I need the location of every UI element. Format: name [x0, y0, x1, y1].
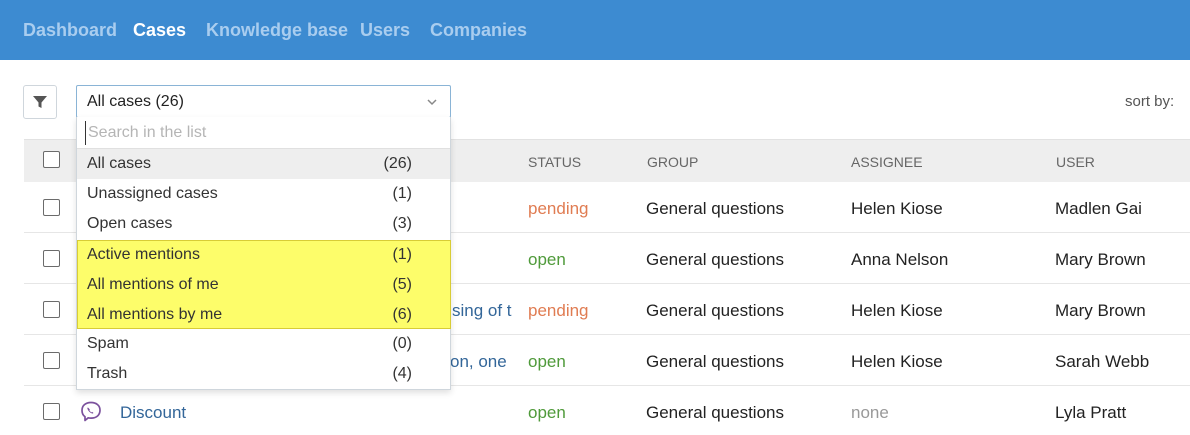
column-header-status[interactable]: STATUS: [528, 154, 581, 170]
top-navigation-bar: Dashboard Cases Knowledge base Users Com…: [0, 0, 1190, 60]
status-badge: pending: [528, 199, 589, 218]
dropdown-option-all-cases[interactable]: All cases (26): [77, 149, 450, 179]
option-label: Spam: [87, 335, 129, 352]
user-cell[interactable]: Madlen Gai: [1055, 199, 1142, 219]
row-checkbox[interactable]: [43, 250, 60, 267]
dropdown-option-all-mentions-of-me[interactable]: All mentions of me (5): [77, 270, 450, 300]
nav-companies[interactable]: Companies: [430, 20, 527, 41]
case-subject-link[interactable]: sing of t: [452, 301, 512, 321]
row-checkbox[interactable]: [43, 403, 60, 420]
dropdown-option-spam[interactable]: Spam (0): [77, 329, 450, 359]
dropdown-search-box: [77, 117, 450, 149]
row-checkbox[interactable]: [43, 352, 60, 369]
dropdown-option-trash[interactable]: Trash (4): [77, 359, 450, 389]
column-header-assignee[interactable]: ASSIGNEE: [851, 154, 923, 170]
group-cell: General questions: [646, 250, 784, 269]
option-count: (6): [392, 306, 412, 323]
dropdown-option-open-cases[interactable]: Open cases (3): [77, 209, 450, 239]
sort-by-label: sort by:: [1125, 93, 1175, 110]
filter-button[interactable]: [23, 85, 57, 119]
assignee-cell: Helen Kiose: [851, 352, 943, 371]
dropdown-option-active-mentions[interactable]: Active mentions (1): [77, 240, 450, 270]
dropdown-search-input[interactable]: [85, 121, 440, 145]
row-checkbox[interactable]: [43, 301, 60, 318]
row-checkbox[interactable]: [43, 199, 60, 216]
nav-users[interactable]: Users: [360, 20, 410, 41]
option-label: Unassigned cases: [87, 185, 218, 202]
option-count: (1): [392, 246, 412, 263]
option-label: All cases: [87, 155, 152, 172]
status-badge: open: [528, 403, 566, 422]
status-badge: open: [528, 352, 566, 371]
option-label: Active mentions: [87, 246, 200, 263]
funnel-icon: [33, 96, 47, 108]
dropdown-option-all-mentions-by-me[interactable]: All mentions by me (6): [77, 300, 450, 330]
table-row[interactable]: Discount open General questions none Lyl…: [24, 386, 1190, 435]
user-cell[interactable]: Lyla Pratt: [1055, 403, 1126, 423]
nav-knowledge-base[interactable]: Knowledge base: [206, 20, 348, 41]
column-header-user[interactable]: USER: [1056, 154, 1095, 170]
group-cell: General questions: [646, 352, 784, 371]
option-label: Trash: [87, 365, 128, 382]
option-label: Open cases: [87, 215, 173, 232]
group-cell: General questions: [646, 199, 784, 218]
dropdown-option-unassigned-cases[interactable]: Unassigned cases (1): [77, 179, 450, 209]
option-count: (3): [392, 215, 412, 232]
nav-dashboard[interactable]: Dashboard: [23, 20, 117, 41]
user-cell[interactable]: Sarah Webb: [1055, 352, 1149, 372]
case-filter-select[interactable]: All cases (26): [76, 85, 451, 118]
assignee-cell: none: [851, 403, 889, 422]
chevron-down-icon: [427, 99, 437, 106]
mentions-highlight: Active mentions (1) All mentions of me (…: [77, 240, 451, 329]
assignee-cell: Helen Kiose: [851, 301, 943, 320]
assignee-cell: Anna Nelson: [851, 250, 949, 269]
group-cell: General questions: [646, 301, 784, 320]
viber-icon: [79, 400, 103, 429]
status-badge: pending: [528, 301, 589, 320]
option-label: All mentions by me: [87, 306, 223, 323]
status-badge: open: [528, 250, 566, 269]
group-cell: General questions: [646, 403, 784, 422]
column-header-group[interactable]: GROUP: [647, 154, 698, 170]
option-count: (0): [392, 335, 412, 352]
nav-cases[interactable]: Cases: [133, 20, 186, 41]
select-all-checkbox[interactable]: [43, 151, 60, 168]
option-label: All mentions of me: [87, 276, 219, 293]
case-subject-link[interactable]: Discount: [120, 403, 186, 423]
user-cell[interactable]: Mary Brown: [1055, 301, 1146, 321]
option-count: (4): [392, 365, 412, 382]
assignee-cell: Helen Kiose: [851, 199, 943, 218]
option-count: (26): [383, 155, 412, 172]
user-cell[interactable]: Mary Brown: [1055, 250, 1146, 270]
case-subject-link[interactable]: on, one: [450, 352, 507, 372]
case-filter-selected-value: All cases (26): [87, 93, 184, 110]
option-count: (1): [392, 185, 412, 202]
option-count: (5): [392, 276, 412, 293]
